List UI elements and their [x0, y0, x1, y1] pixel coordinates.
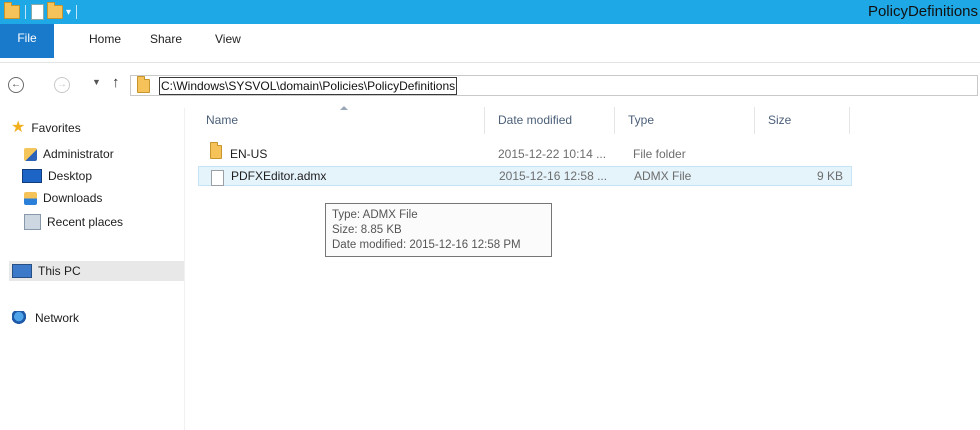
- file-type: ADMX File: [634, 169, 692, 183]
- administrator-folder-icon: [24, 147, 37, 161]
- nav-favorites-label: Favorites: [31, 121, 81, 135]
- file-type: File folder: [633, 147, 686, 161]
- up-arrow-icon[interactable]: ↑: [112, 74, 120, 91]
- ribbon-tabs: File Home Share View: [0, 24, 980, 63]
- column-header-name[interactable]: Name: [190, 107, 485, 134]
- nav-item-label: Administrator: [43, 147, 114, 161]
- column-header-type[interactable]: Type: [615, 107, 755, 134]
- nav-item-label: Desktop: [48, 169, 93, 183]
- downloads-icon: [24, 191, 37, 205]
- tab-share[interactable]: Share: [150, 24, 182, 54]
- column-header-date-modified[interactable]: Date modified: [485, 107, 615, 134]
- nav-item-administrator[interactable]: Administrator: [24, 144, 114, 164]
- nav-item-label: Downloads: [43, 191, 103, 205]
- nav-item-this-pc[interactable]: This PC: [9, 261, 184, 281]
- desktop-icon: [22, 169, 42, 183]
- file-info-tooltip: Type: ADMX File Size: 8.85 KB Date modif…: [325, 203, 552, 257]
- tab-home[interactable]: Home: [89, 24, 121, 54]
- file-date: 2015-12-16 12:58 ...: [499, 169, 608, 183]
- file-row-en-us[interactable]: EN-US 2015-12-22 10:14 ... File folder: [198, 142, 852, 165]
- file-date: 2015-12-22 10:14 ...: [498, 147, 607, 161]
- nav-item-desktop[interactable]: Desktop: [22, 166, 92, 186]
- file-name: EN-US: [230, 147, 268, 161]
- address-field[interactable]: C:\Windows\SYSVOL\domain\Policies\Policy…: [130, 75, 978, 96]
- nav-item-label: Recent places: [47, 215, 124, 229]
- recent-locations-dropdown-icon[interactable]: ▼: [92, 77, 101, 87]
- address-path[interactable]: C:\Windows\SYSVOL\domain\Policies\Policy…: [159, 76, 458, 95]
- nav-item-downloads[interactable]: Downloads: [24, 188, 102, 208]
- new-folder-icon[interactable]: [47, 2, 63, 19]
- navigation-pane: ★ Favorites Administrator Desktop Downlo…: [0, 108, 185, 430]
- star-icon: ★: [11, 119, 26, 136]
- file-icon: [211, 167, 224, 187]
- quick-access-toolbar: ▾: [4, 2, 79, 20]
- tooltip-date-modified: Date modified: 2015-12-16 12:58 PM: [332, 239, 521, 251]
- tooltip-type: Type: ADMX File: [332, 209, 418, 221]
- back-button[interactable]: ←: [8, 77, 24, 93]
- column-header-size[interactable]: Size: [755, 107, 850, 134]
- address-bar-row: ← → ▼ ↑ C:\Windows\SYSVOL\domain\Policie…: [0, 72, 980, 100]
- properties-icon[interactable]: [31, 4, 44, 20]
- file-name: PDFXEditor.admx: [231, 169, 327, 183]
- recent-places-icon: [24, 214, 41, 230]
- network-icon: [12, 311, 29, 325]
- folder-icon: [137, 75, 150, 93]
- computer-icon: [12, 264, 32, 278]
- tab-file[interactable]: File: [0, 24, 54, 58]
- separator: [76, 5, 78, 19]
- folder-icon: [4, 2, 20, 19]
- nav-item-label: Network: [35, 311, 80, 325]
- customize-toolbar-dropdown-icon[interactable]: ▾: [66, 7, 71, 18]
- folder-icon: [210, 142, 222, 165]
- title-bar: ▾ PolicyDefinitions: [0, 0, 980, 24]
- window-title: PolicyDefinitions: [867, 3, 978, 20]
- nav-item-network[interactable]: Network: [12, 308, 79, 328]
- tab-view[interactable]: View: [215, 24, 241, 54]
- forward-button[interactable]: →: [54, 77, 70, 93]
- separator: [25, 5, 26, 19]
- file-size: 9 KB: [816, 169, 843, 183]
- file-row-pdfxeditor[interactable]: PDFXEditor.admx 2015-12-16 12:58 ... ADM…: [198, 166, 852, 186]
- file-list-pane: Name Date modified Type Size EN-US 2015-…: [190, 100, 980, 430]
- tooltip-size: Size: 8.85 KB: [332, 224, 402, 236]
- nav-favorites[interactable]: ★ Favorites: [11, 118, 81, 138]
- nav-item-recent-places[interactable]: Recent places: [24, 212, 123, 232]
- nav-item-label: This PC: [38, 264, 81, 278]
